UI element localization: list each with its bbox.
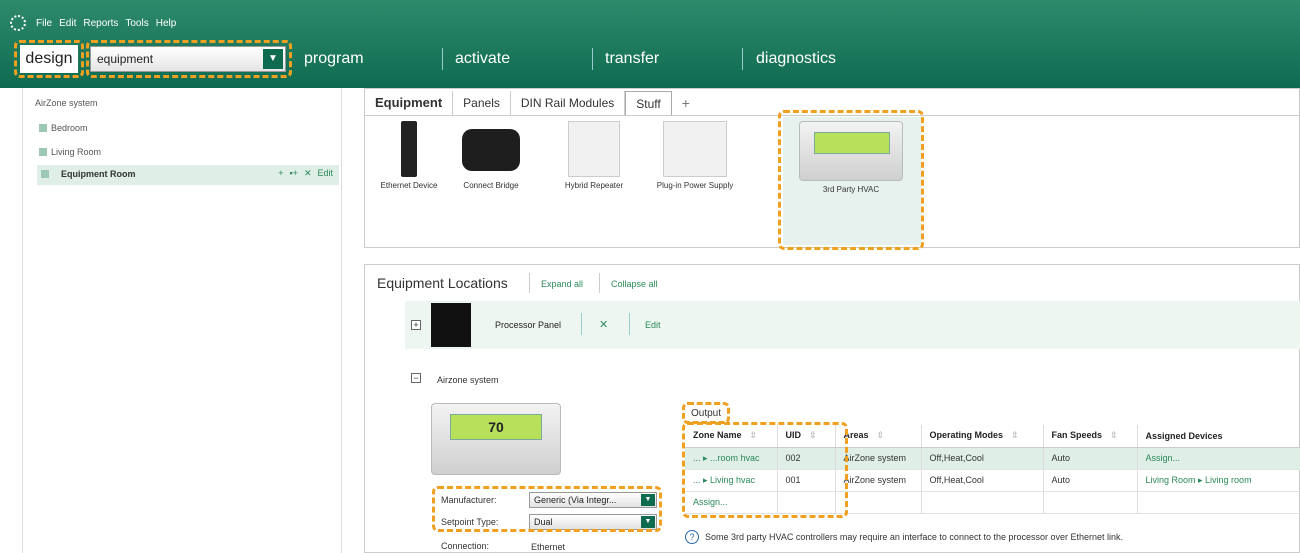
device-ethernet[interactable]: Ethernet Device	[371, 121, 447, 190]
tree-root[interactable]: AirZone system	[35, 98, 98, 108]
modes-cell: Off,Heat,Cool	[921, 469, 1044, 492]
tree-item-equipment-room[interactable]: Equipment Room + ▪+ ✕ Edit	[37, 165, 339, 185]
menu-bar: File Edit Reports Tools Help	[10, 14, 183, 32]
lcd-screen: 70	[450, 414, 542, 440]
device-label: Connect Bridge	[463, 181, 519, 190]
highlight-selector	[86, 40, 292, 78]
highlight-design	[14, 40, 84, 78]
hybrid-repeater-icon	[568, 121, 620, 177]
fan-cell: Auto	[1043, 469, 1138, 492]
nav-divider	[442, 48, 443, 70]
tree-item-label: Bedroom	[51, 123, 88, 133]
device-connect-bridge[interactable]: Connect Bridge	[453, 121, 529, 190]
collapse-all-link[interactable]: Collapse all	[611, 279, 658, 289]
note-text: Some 3rd party HVAC controllers may requ…	[705, 532, 1124, 542]
tree-item-actions: + ▪+ ✕ Edit	[278, 168, 333, 179]
assigned-devices-link[interactable]: Living Room ▸ Living room	[1137, 469, 1300, 492]
tree-item-label: Living Room	[51, 147, 102, 157]
nav-divider	[742, 48, 743, 70]
menu-edit[interactable]: Edit	[59, 18, 76, 29]
assign-link[interactable]: Assign...	[1137, 447, 1300, 470]
location-tree: AirZone system Bedroom Living Room Equip…	[22, 88, 342, 553]
tree-node-icon	[39, 148, 47, 156]
highlight-hvac	[778, 110, 924, 250]
menu-file[interactable]: File	[36, 18, 52, 29]
highlight-zone-uid	[682, 422, 848, 518]
highlight-output	[682, 402, 730, 424]
tab-din-rail-modules[interactable]: DIN Rail Modules	[511, 91, 626, 115]
collapse-airzone-button[interactable]: −	[411, 373, 421, 383]
column-header-operating-modes[interactable]: Operating Modes ⇳	[921, 425, 1044, 448]
divider	[629, 313, 630, 335]
highlight-fields	[432, 486, 662, 532]
fan-cell: Auto	[1043, 447, 1138, 470]
menu-tools[interactable]: Tools	[125, 18, 148, 29]
divider	[599, 273, 600, 293]
divider	[581, 313, 582, 335]
menu-help[interactable]: Help	[156, 18, 177, 29]
column-header-assigned-devices[interactable]: Assigned Devices	[1137, 425, 1300, 448]
device-plug-in-power[interactable]: Plug-in Power Supply	[653, 121, 737, 190]
tab-diagnostics[interactable]: diagnostics	[756, 50, 836, 68]
tree-node-icon	[41, 170, 49, 178]
delete-button[interactable]: ✕	[304, 168, 312, 179]
processor-panel-label: Processor Panel	[495, 320, 562, 330]
app-logo-icon	[10, 15, 26, 31]
device-label: Ethernet Device	[380, 181, 438, 190]
device-hybrid-repeater[interactable]: Hybrid Repeater	[551, 121, 637, 190]
device-label: Hybrid Repeater	[564, 181, 624, 190]
processor-panel-icon	[431, 303, 471, 347]
help-icon: ?	[685, 530, 699, 544]
tree-node-icon	[39, 124, 47, 132]
hvac-note: ? Some 3rd party HVAC controllers may re…	[685, 530, 1123, 544]
tab-stuff[interactable]: Stuff	[625, 91, 672, 115]
processor-panel-row: + Processor Panel ✕ Edit	[405, 301, 1300, 349]
modes-cell: Off,Heat,Cool	[921, 447, 1044, 470]
delete-processor-button[interactable]: ✕	[599, 318, 608, 331]
add-device-button[interactable]: ▪+	[289, 168, 297, 179]
column-header-fan-speeds[interactable]: Fan Speeds ⇳	[1043, 425, 1138, 448]
connection-value: Ethernet	[531, 542, 566, 552]
expand-processor-button[interactable]: +	[411, 320, 421, 330]
divider	[529, 273, 530, 293]
sort-icon[interactable]: ⇳	[1011, 430, 1019, 440]
menu-reports[interactable]: Reports	[83, 18, 118, 29]
library-tabs: Equipment Panels DIN Rail Modules Stuff …	[365, 89, 700, 115]
airzone-system-label: Airzone system	[437, 375, 499, 385]
sort-icon[interactable]: ⇳	[877, 430, 885, 440]
tab-activate[interactable]: activate	[455, 50, 510, 68]
edit-button[interactable]: Edit	[317, 168, 333, 179]
tree-item-selected: Equipment Room	[41, 169, 136, 179]
sort-icon[interactable]: ⇳	[1110, 430, 1118, 440]
tree-item-living-room[interactable]: Living Room	[39, 147, 101, 157]
edit-processor-button[interactable]: Edit	[645, 320, 661, 330]
tab-transfer[interactable]: transfer	[605, 50, 659, 68]
expand-all-link[interactable]: Expand all	[541, 279, 583, 289]
tab-program[interactable]: program	[304, 50, 364, 68]
ethernet-device-icon	[401, 121, 417, 177]
connect-bridge-icon	[462, 129, 520, 171]
tree-item-label: Equipment Room	[61, 169, 136, 179]
connection-label: Connection:	[441, 541, 490, 551]
power-supply-icon	[663, 121, 727, 177]
tree-item-bedroom[interactable]: Bedroom	[39, 123, 88, 133]
tab-panels[interactable]: Panels	[453, 91, 511, 115]
tab-equipment[interactable]: Equipment	[365, 91, 454, 115]
nav-divider	[592, 48, 593, 70]
add-area-button[interactable]: +	[278, 168, 283, 179]
add-tab-button[interactable]: +	[672, 91, 700, 115]
thermostat-image: 70	[431, 403, 561, 475]
locations-title: Equipment Locations	[377, 275, 508, 291]
device-label: Plug-in Power Supply	[656, 181, 734, 190]
